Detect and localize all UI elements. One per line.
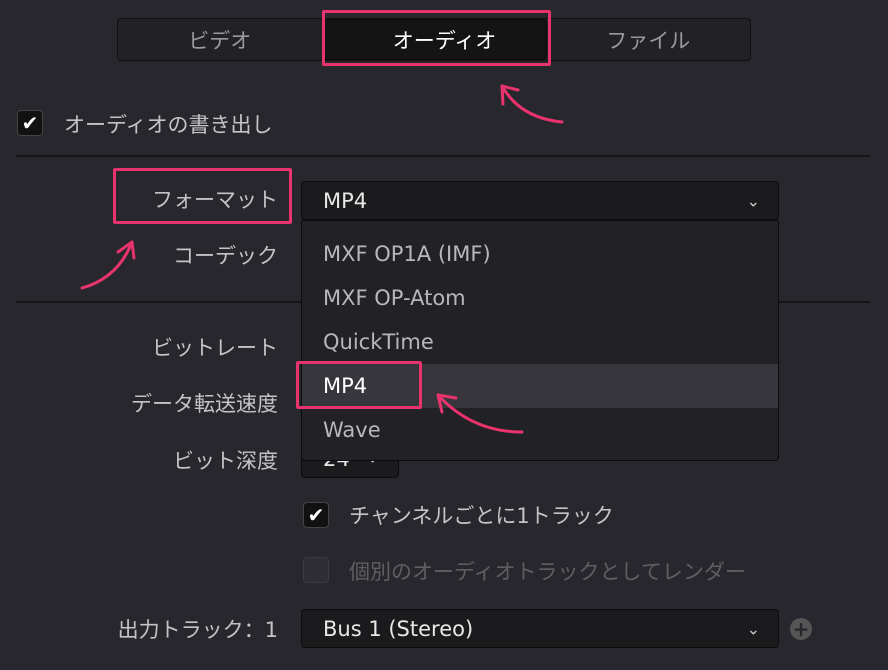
arrow-icon [436,393,524,434]
arrow-icon [500,84,564,124]
annotation-arrows [80,84,564,434]
arrow-icon [80,240,136,290]
